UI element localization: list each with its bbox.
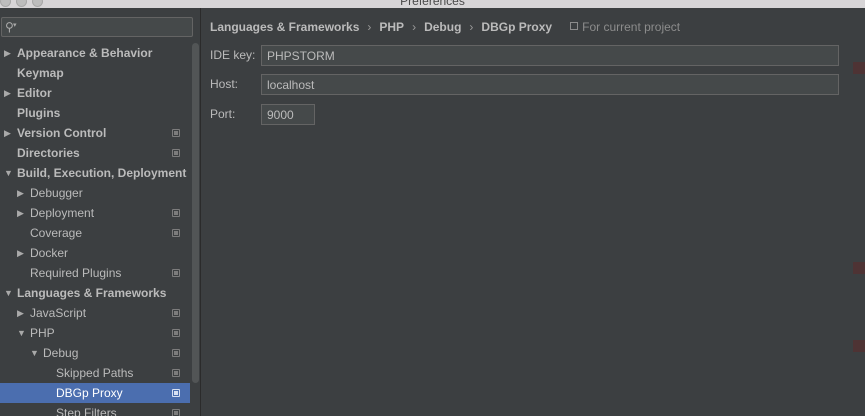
breadcrumb-separator: › <box>469 20 474 34</box>
expanded-arrow-icon[interactable]: ▼ <box>17 323 26 343</box>
collapsed-arrow-icon[interactable]: ▶ <box>4 43 11 63</box>
collapsed-arrow-icon[interactable]: ▶ <box>17 203 24 223</box>
breadcrumb-item-debug[interactable]: Debug <box>424 20 461 34</box>
sidebar-item-directories[interactable]: Directories <box>0 143 190 163</box>
edge-marker <box>853 62 865 74</box>
project-scope-icon <box>172 369 180 377</box>
sidebar-item-skipped-paths[interactable]: Skipped Paths <box>0 363 190 383</box>
sidebar-item-label: Debug <box>43 346 79 360</box>
port-input[interactable] <box>261 104 315 125</box>
sidebar-item-keymap[interactable]: Keymap <box>0 63 190 83</box>
host-row: Host: <box>210 74 840 95</box>
breadcrumb-item-php[interactable]: PHP <box>379 20 404 34</box>
project-scope-icon <box>172 209 180 217</box>
collapsed-arrow-icon[interactable]: ▶ <box>17 303 24 323</box>
ide-key-input[interactable] <box>261 45 839 66</box>
sidebar-item-step-filters[interactable]: Step Filters <box>0 403 190 416</box>
sidebar-item-label: Plugins <box>17 106 61 120</box>
scope-indicator: For current project <box>570 20 680 34</box>
project-scope-icon <box>172 269 180 277</box>
sidebar-scrollbar[interactable] <box>192 43 199 383</box>
sidebar-item-label: Version Control <box>17 126 107 140</box>
sidebar-item-label: Skipped Paths <box>56 366 134 380</box>
sidebar-item-javascript[interactable]: ▶ JavaScript <box>0 303 190 323</box>
collapsed-arrow-icon[interactable]: ▶ <box>17 243 24 263</box>
edge-marker <box>853 340 865 352</box>
sidebar-item-plugins[interactable]: Plugins <box>0 103 190 123</box>
ide-key-label: IDE key: <box>210 48 256 62</box>
sidebar-item-dbgp-proxy[interactable]: DBGp Proxy <box>0 383 190 403</box>
settings-tree: ▶ Appearance & Behavior Keymap ▶ Editor Plugi… <box>0 43 190 416</box>
window-title: Preferences <box>400 0 465 8</box>
sidebar-item-label: Directories <box>17 146 80 160</box>
collapsed-arrow-icon[interactable]: ▶ <box>4 83 11 103</box>
sidebar-item-label: PHP <box>30 326 55 340</box>
sidebar-item-label: Editor <box>17 86 52 100</box>
expanded-arrow-icon[interactable]: ▼ <box>4 283 13 303</box>
sidebar-item-version-control[interactable]: ▶ Version Control <box>0 123 190 143</box>
project-scope-icon <box>172 309 180 317</box>
project-scope-icon <box>570 22 579 30</box>
sidebar-item-languages-frameworks[interactable]: ▼ Languages & Frameworks <box>0 283 190 303</box>
sidebar-item-docker[interactable]: ▶ Docker <box>0 243 190 263</box>
sidebar-item-label: Docker <box>30 246 69 260</box>
sidebar-item-label: Step Filters <box>56 406 117 416</box>
sidebar-item-label: Deployment <box>30 206 95 220</box>
breadcrumb-separator: › <box>367 20 372 34</box>
sidebar-item-label: JavaScript <box>30 306 87 320</box>
breadcrumb: Languages & Frameworks › PHP › Debug › DBGp Pr… <box>210 20 680 36</box>
project-scope-icon <box>172 409 180 416</box>
project-scope-icon <box>172 229 180 237</box>
sidebar-item-label: Debugger <box>30 186 83 200</box>
project-scope-icon <box>172 389 180 397</box>
collapsed-arrow-icon[interactable]: ▶ <box>4 123 11 143</box>
ide-key-row: IDE key: <box>210 45 840 66</box>
sidebar-item-label: DBGp Proxy <box>56 386 123 400</box>
project-scope-icon <box>172 329 180 337</box>
sidebar-item-label: Required Plugins <box>30 266 122 280</box>
settings-sidebar: ⚲ ▾ ▶ Appearance & Behavior Keymap ▶ Editor P… <box>0 8 201 416</box>
project-scope-icon <box>172 149 180 157</box>
sidebar-item-label: Keymap <box>17 66 64 80</box>
port-row: Port: <box>210 104 330 125</box>
sidebar-item-label: Build, Execution, Deployment <box>17 166 187 180</box>
settings-search-box[interactable]: ⚲ ▾ <box>1 17 193 37</box>
breadcrumb-separator: › <box>412 20 417 34</box>
sidebar-item-debugger[interactable]: ▶ Debugger <box>0 183 190 203</box>
sidebar-item-build-execution-deployment[interactable]: ▼ Build, Execution, Deployment <box>0 163 190 183</box>
sidebar-item-coverage[interactable]: Coverage <box>0 223 190 243</box>
sidebar-item-label: Coverage <box>30 226 83 240</box>
sidebar-item-label: Languages & Frameworks <box>17 286 167 300</box>
settings-search-input[interactable] <box>22 19 190 35</box>
title-bar: Preferences <box>0 0 865 8</box>
sidebar-item-appearance-behavior[interactable]: ▶ Appearance & Behavior <box>0 43 190 63</box>
expanded-arrow-icon[interactable]: ▼ <box>30 343 39 363</box>
port-label: Port: <box>210 107 236 121</box>
project-scope-icon <box>172 129 180 137</box>
sidebar-item-label: Appearance & Behavior <box>17 46 153 60</box>
sidebar-item-debug[interactable]: ▼ Debug <box>0 343 190 363</box>
expanded-arrow-icon[interactable]: ▼ <box>4 163 13 183</box>
sidebar-item-editor[interactable]: ▶ Editor <box>0 83 190 103</box>
edge-marker <box>853 262 865 274</box>
project-scope-icon <box>172 349 180 357</box>
settings-content: Languages & Frameworks › PHP › Debug › DBGp Pr… <box>202 8 865 416</box>
host-label: Host: <box>210 77 239 91</box>
breadcrumb-item-languages-frameworks[interactable]: Languages & Frameworks <box>210 20 359 34</box>
sidebar-item-required-plugins[interactable]: Required Plugins <box>0 263 190 283</box>
sidebar-item-php[interactable]: ▼ PHP <box>0 323 190 343</box>
breadcrumb-item-dbgp-proxy: DBGp Proxy <box>481 20 553 34</box>
sidebar-item-deployment[interactable]: ▶ Deployment <box>0 203 190 223</box>
host-input[interactable] <box>261 74 839 95</box>
scope-label: For current project <box>582 20 681 34</box>
search-options-chevron-icon[interactable]: ▾ <box>13 21 17 29</box>
window-edge-markers <box>853 0 865 416</box>
collapsed-arrow-icon[interactable]: ▶ <box>17 183 24 203</box>
